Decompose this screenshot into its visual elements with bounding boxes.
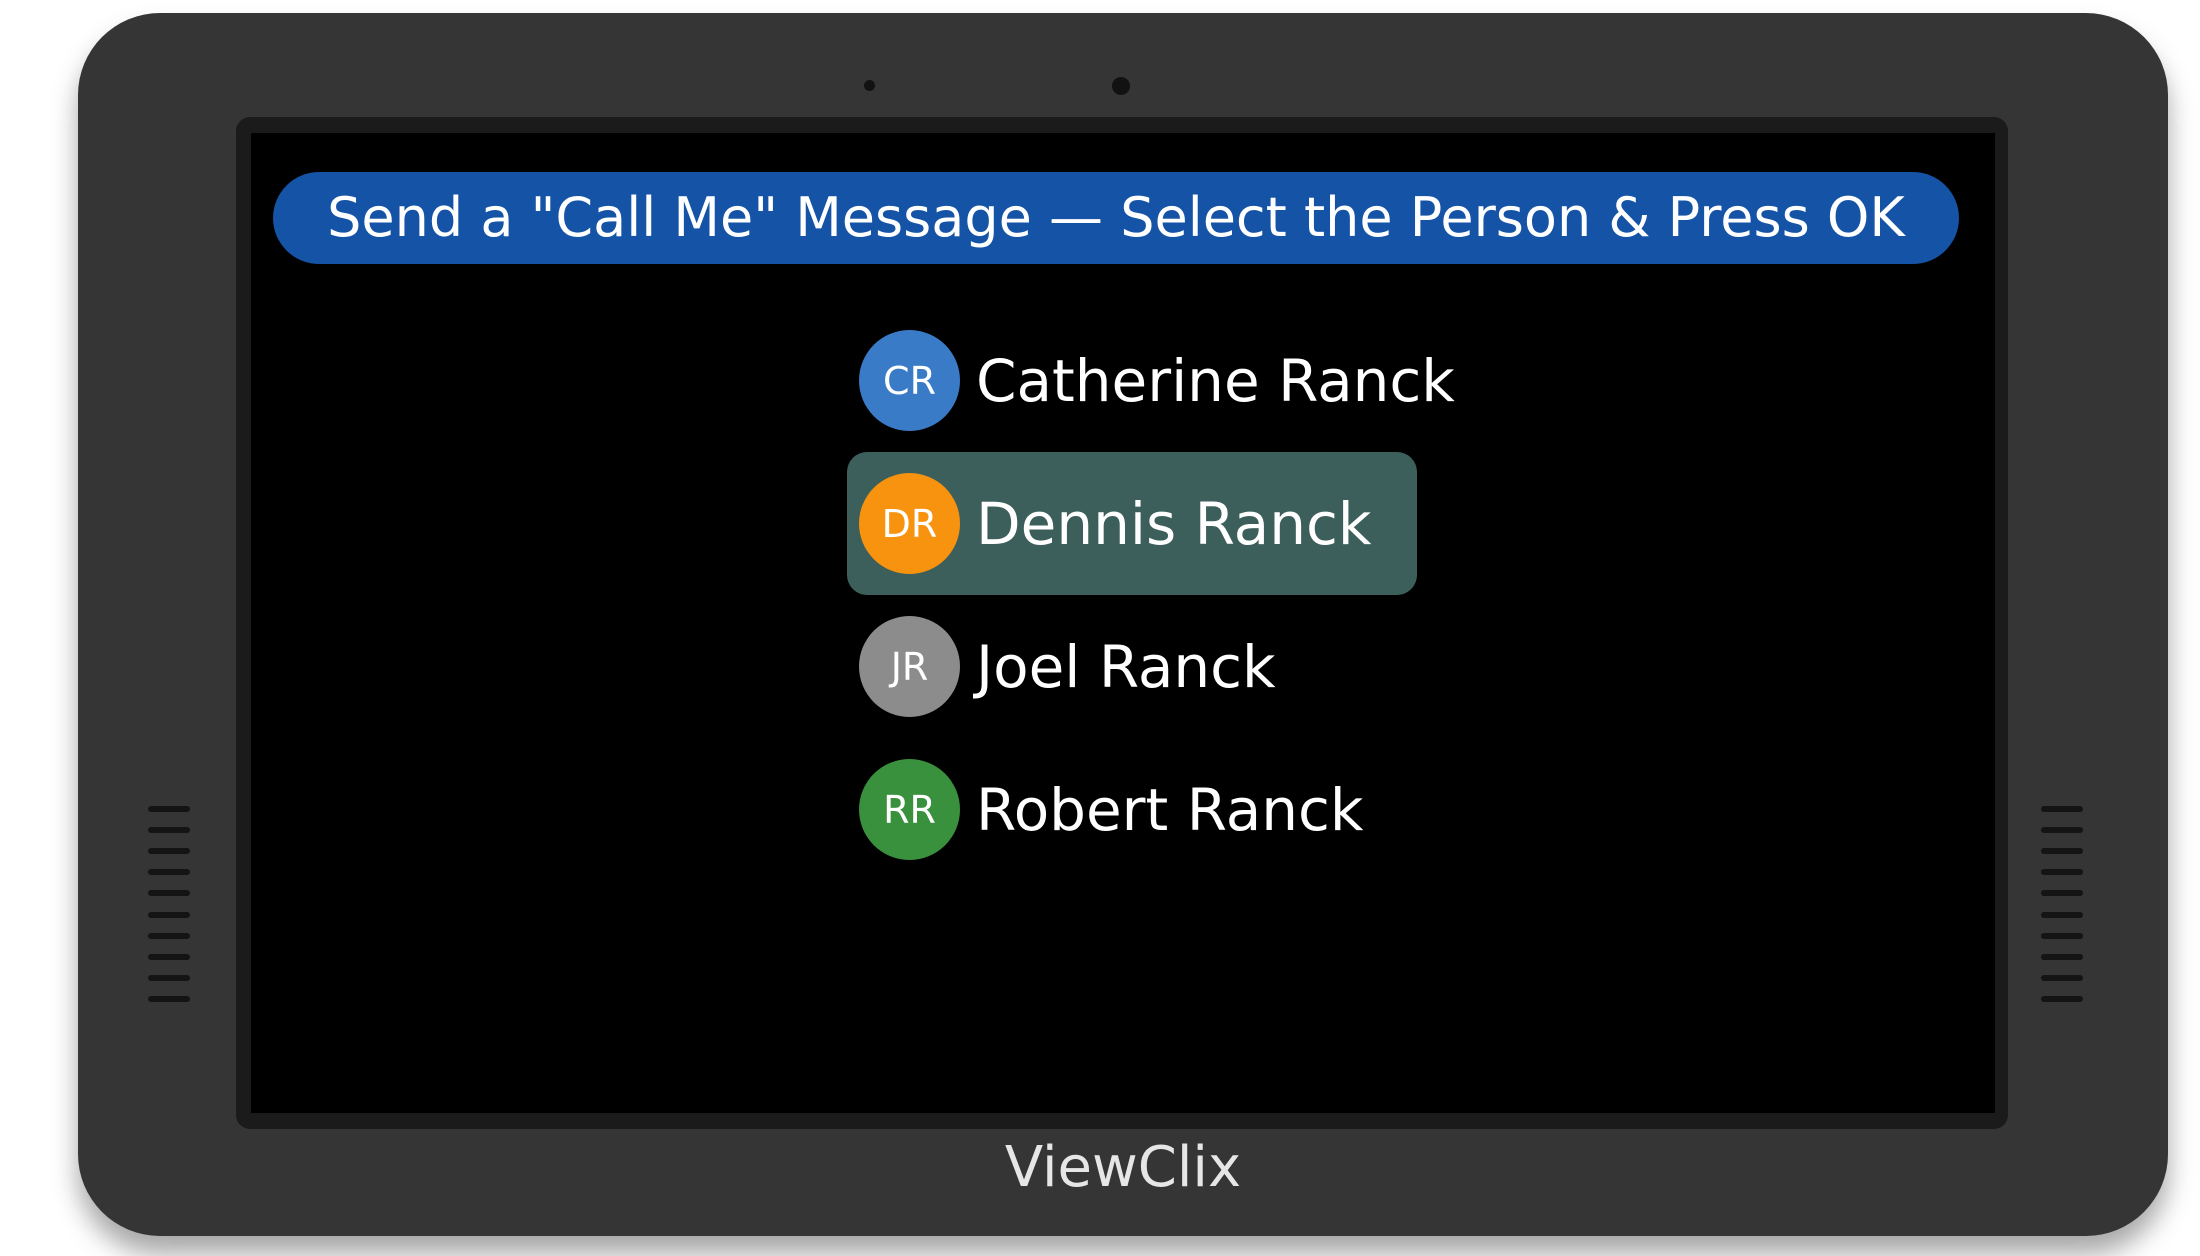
right-speaker-grille <box>2041 806 2083 1002</box>
contact-item-catherine[interactable]: CR Catherine Ranck <box>847 309 1455 452</box>
screen-bezel: Send a "Call Me" Message — Select the Pe… <box>236 117 2008 1129</box>
avatar: JR <box>859 616 960 717</box>
screen: Send a "Call Me" Message — Select the Pe… <box>251 133 1995 1113</box>
tablet-device: Send a "Call Me" Message — Select the Pe… <box>78 13 2168 1236</box>
contact-name: Catherine Ranck <box>976 346 1455 415</box>
sensor-icon <box>864 80 875 91</box>
avatar: DR <box>859 473 960 574</box>
contact-item-robert[interactable]: RR Robert Ranck <box>847 738 1417 881</box>
instruction-banner: Send a "Call Me" Message — Select the Pe… <box>273 172 1959 264</box>
contact-name: Joel Ranck <box>976 632 1276 701</box>
camera-icon <box>1112 77 1130 95</box>
left-speaker-grille <box>148 806 190 1002</box>
contact-list: CR Catherine Ranck DR Dennis Ranck JR Jo… <box>847 309 1455 881</box>
contact-name: Robert Ranck <box>976 775 1364 844</box>
avatar: RR <box>859 759 960 860</box>
avatar: CR <box>859 330 960 431</box>
contact-name: Dennis Ranck <box>976 489 1372 558</box>
contact-item-dennis[interactable]: DR Dennis Ranck <box>847 452 1417 595</box>
contact-item-joel[interactable]: JR Joel Ranck <box>847 595 1417 738</box>
brand-logo: ViewClix <box>1004 1135 1242 1200</box>
